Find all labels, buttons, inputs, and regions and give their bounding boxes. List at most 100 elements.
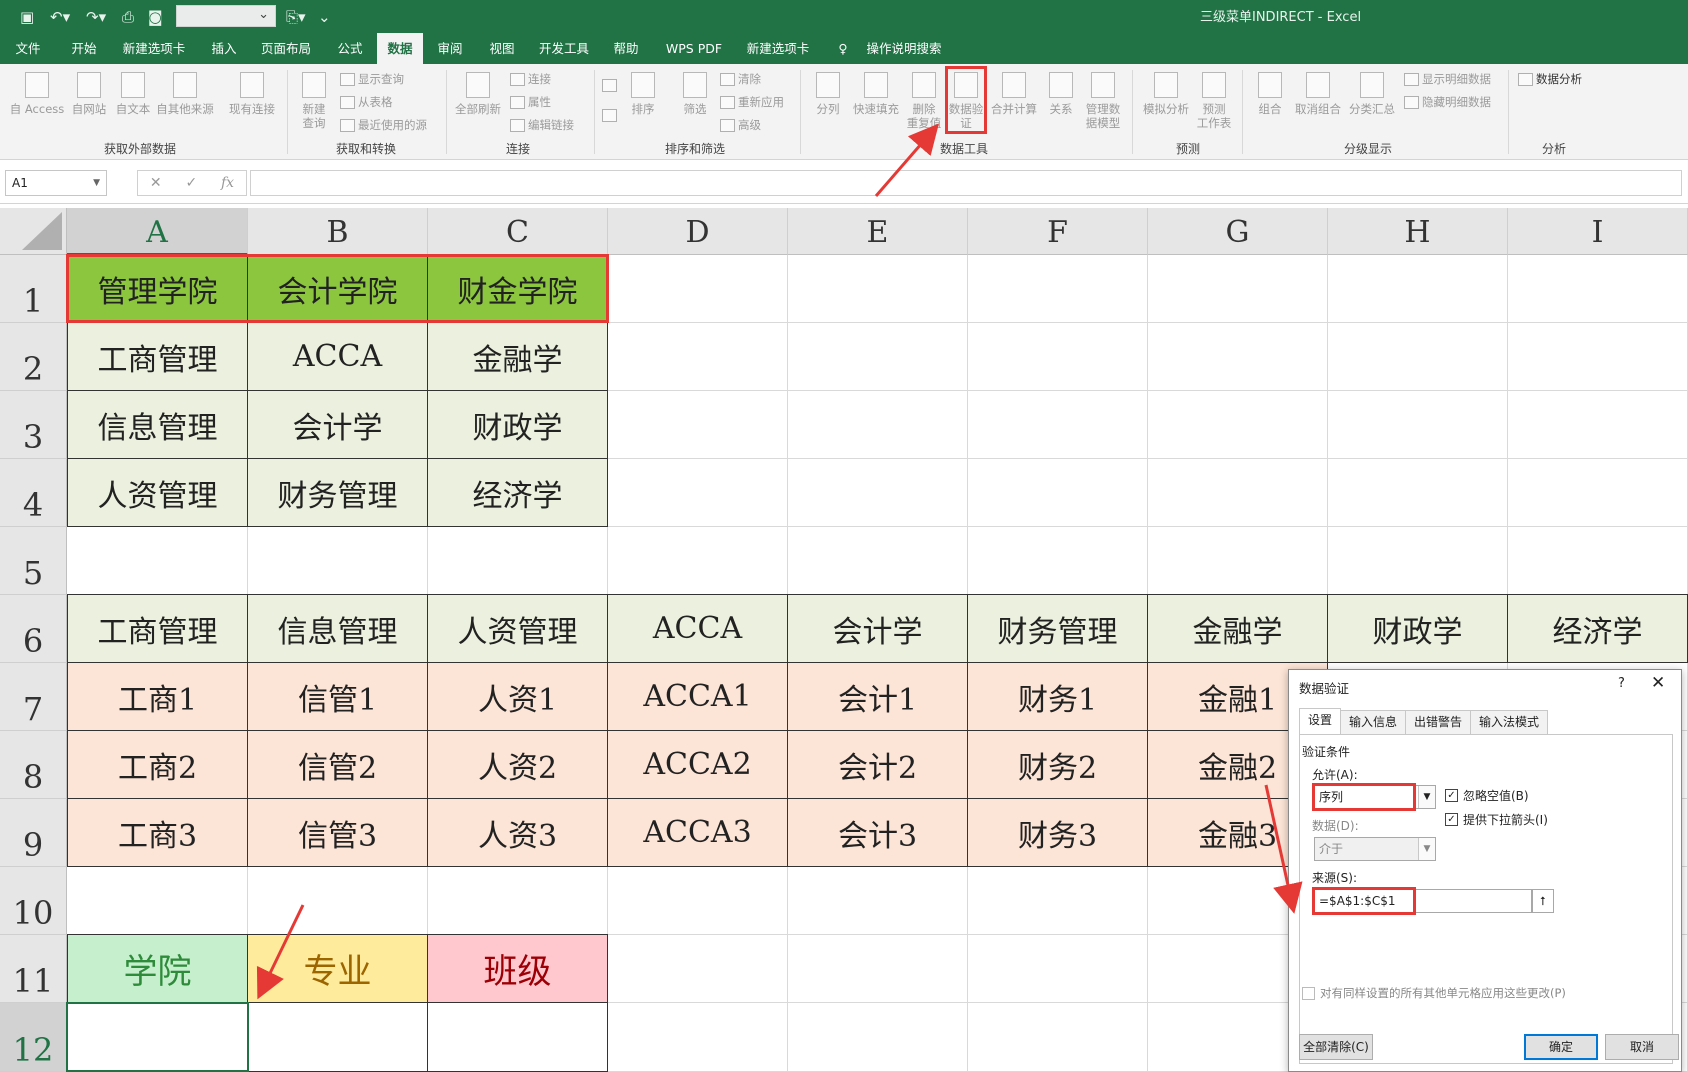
cell-c2[interactable]: 金融学 — [427, 322, 608, 391]
forecast-sheet-button[interactable]: 预测 工作表 — [1194, 72, 1234, 130]
grid-cell[interactable] — [968, 935, 1148, 1003]
undo-icon[interactable]: ↶▾ — [50, 6, 70, 28]
tab-help[interactable]: 帮助 — [604, 33, 648, 64]
column-header-a[interactable]: A — [67, 208, 248, 255]
cell-e9[interactable]: 会计3 — [787, 798, 968, 867]
from-other-button[interactable]: 自其他来源 — [154, 72, 216, 116]
cell-b7[interactable]: 信管1 — [247, 662, 428, 731]
camera-icon[interactable]: ◙ — [148, 6, 163, 28]
cell-f9[interactable]: 财务3 — [967, 798, 1148, 867]
grid-cell[interactable] — [788, 459, 968, 527]
grid-cell[interactable] — [248, 527, 428, 595]
grid-cell[interactable] — [67, 527, 248, 595]
grid-cell[interactable] — [1508, 459, 1688, 527]
grid-cell[interactable] — [788, 867, 968, 935]
grid-cell[interactable] — [1328, 255, 1508, 323]
help-icon[interactable]: ? — [1618, 676, 1625, 691]
row-header-9[interactable]: 9 — [0, 799, 67, 867]
column-header-d[interactable]: D — [608, 208, 788, 255]
grid-cell[interactable] — [608, 867, 788, 935]
cell-a2[interactable]: 工商管理 — [67, 322, 248, 391]
grid-cell[interactable] — [608, 459, 788, 527]
tab-new-tab[interactable]: 新建选项卡 — [118, 33, 190, 64]
grid-cell[interactable] — [608, 935, 788, 1003]
sort-za-icon[interactable] — [602, 106, 617, 124]
fx-icon[interactable]: fx — [221, 175, 234, 191]
cell-a6[interactable]: 工商管理 — [67, 594, 248, 663]
filter-button[interactable]: 筛选 — [676, 72, 714, 116]
grid-cell[interactable] — [968, 527, 1148, 595]
ignore-blank-checkbox[interactable]: ✓ 忽略空值(B) — [1445, 787, 1529, 804]
cell-b3[interactable]: 会计学 — [247, 390, 428, 459]
edit-links-button[interactable]: 编辑链接 — [510, 116, 574, 134]
tab-settings[interactable]: 设置 — [1299, 708, 1342, 734]
tab-insert[interactable]: 插入 — [202, 33, 246, 64]
manage-data-model-button[interactable]: 管理数 据模型 — [1082, 72, 1124, 130]
grid-cell[interactable] — [788, 391, 968, 459]
sort-button[interactable]: 排序 — [624, 72, 662, 116]
cell-a11[interactable]: 学院 — [67, 934, 248, 1003]
tab-page-layout[interactable]: 页面布局 — [256, 33, 316, 64]
cell-a7[interactable]: 工商1 — [67, 662, 248, 731]
grid-cell[interactable] — [968, 459, 1148, 527]
refresh-all-button[interactable]: 全部刷新 — [452, 72, 504, 116]
text-to-columns-button[interactable]: 分列 — [808, 72, 848, 116]
grid-cell[interactable] — [788, 1003, 968, 1072]
clear-all-button[interactable]: 全部清除(C) — [1299, 1034, 1373, 1060]
data-analysis-button[interactable]: 数据分析 — [1518, 70, 1582, 88]
grid-cell[interactable] — [428, 867, 608, 935]
grid-cell[interactable] — [788, 935, 968, 1003]
grid-cell[interactable] — [788, 323, 968, 391]
cell-a8[interactable]: 工商2 — [67, 730, 248, 799]
select-all-button[interactable] — [0, 208, 67, 255]
tab-formulas[interactable]: 公式 — [328, 33, 372, 64]
grid-cell[interactable] — [608, 1003, 788, 1072]
grid-cell[interactable] — [1508, 391, 1688, 459]
grid-cell[interactable] — [608, 391, 788, 459]
row-header-1[interactable]: 1 — [0, 255, 67, 323]
cell-c6[interactable]: 人资管理 — [427, 594, 608, 663]
grid-cell[interactable] — [1328, 527, 1508, 595]
collapse-dialog-icon[interactable]: ⭡ — [1532, 889, 1554, 913]
existing-connections-button[interactable]: 现有连接 — [224, 72, 280, 116]
cell-a9[interactable]: 工商3 — [67, 798, 248, 867]
customize-qat-icon[interactable]: ⌄ — [318, 6, 331, 28]
from-web-button[interactable]: 自网站 — [66, 72, 112, 116]
cell-h6[interactable]: 财政学 — [1327, 594, 1508, 663]
cell-c11[interactable]: 班级 — [427, 934, 608, 1003]
tab-developer[interactable]: 开发工具 — [532, 33, 596, 64]
tab-input-message[interactable]: 输入信息 — [1340, 710, 1407, 734]
row-header-7[interactable]: 7 — [0, 663, 67, 731]
cell-c7[interactable]: 人资1 — [427, 662, 608, 731]
cancel-button[interactable]: 取消 — [1605, 1034, 1679, 1060]
tab-review[interactable]: 审阅 — [428, 33, 472, 64]
cell-d7[interactable]: ACCA1 — [607, 662, 788, 731]
column-header-h[interactable]: H — [1328, 208, 1508, 255]
cell-g6[interactable]: 金融学 — [1147, 594, 1328, 663]
grid-cell[interactable] — [1148, 459, 1328, 527]
cell-e8[interactable]: 会计2 — [787, 730, 968, 799]
cell-b9[interactable]: 信管3 — [247, 798, 428, 867]
apply-all-checkbox[interactable]: 对有同样设置的所有其他单元格应用这些更改(P) — [1302, 985, 1566, 1001]
advanced-filter-button[interactable]: 高级 — [720, 116, 761, 134]
grid-cell[interactable] — [968, 255, 1148, 323]
grid-cell[interactable] — [968, 867, 1148, 935]
cell-b12[interactable] — [247, 1002, 428, 1072]
grid-cell[interactable] — [788, 255, 968, 323]
row-header-6[interactable]: 6 — [0, 595, 67, 663]
row-header-12[interactable]: 12 — [0, 1003, 67, 1072]
tell-me-search[interactable]: 操作说明搜索 — [856, 33, 952, 64]
cancel-icon[interactable]: ✕ — [150, 175, 162, 191]
remove-duplicates-button[interactable]: 删除 重复值 — [904, 72, 944, 130]
grid-cell[interactable] — [608, 255, 788, 323]
connections-button[interactable]: 连接 — [510, 70, 551, 88]
print-preview-icon[interactable]: ⎙ — [122, 6, 134, 28]
grid-cell[interactable] — [968, 391, 1148, 459]
hide-detail-button[interactable]: 隐藏明细数据 — [1404, 93, 1491, 111]
cell-f6[interactable]: 财务管理 — [967, 594, 1148, 663]
show-detail-button[interactable]: 显示明细数据 — [1404, 70, 1491, 88]
grid-cell[interactable] — [428, 527, 608, 595]
tab-error-alert[interactable]: 出错警告 — [1405, 710, 1472, 734]
grid-cell[interactable] — [248, 867, 428, 935]
flash-fill-button[interactable]: 快速填充 — [850, 72, 902, 116]
